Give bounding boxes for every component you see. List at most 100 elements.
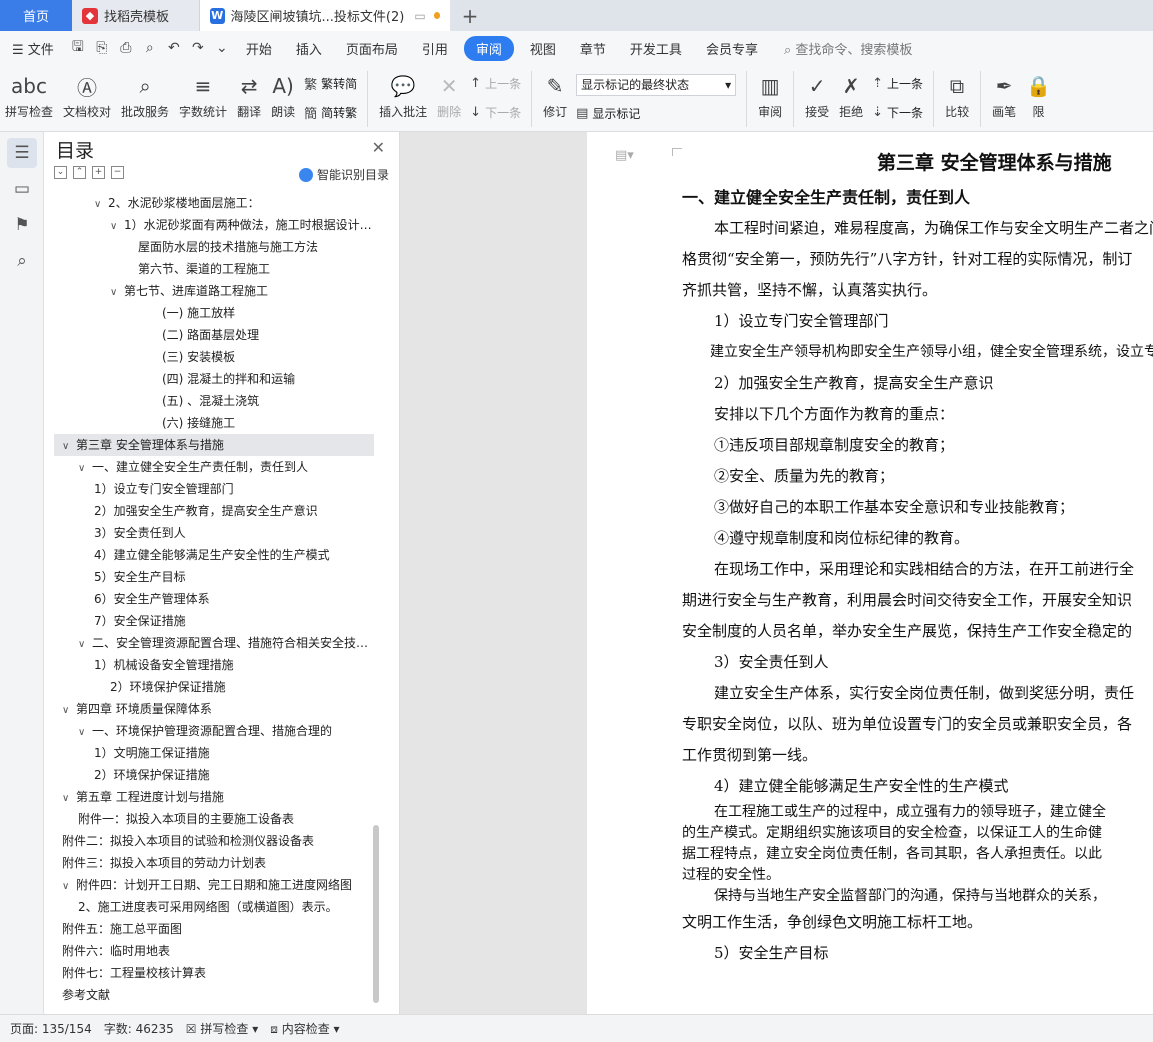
menu-page-layout[interactable]: 页面布局 xyxy=(334,39,410,58)
toc-item[interactable]: (一) 施工放样 xyxy=(54,302,374,324)
markup-state-select[interactable]: 显示标记的最终状态 ▾ xyxy=(576,73,737,96)
page-indicator[interactable]: 页面: 135/154 xyxy=(10,1020,92,1037)
show-markup-button[interactable]: ▤ 显示标记 xyxy=(576,105,736,122)
chevron-down-icon[interactable]: ∨ xyxy=(78,634,92,654)
toc-item[interactable]: ∨ 附件四：计划开工日期、完工日期和施工进度网络图 xyxy=(54,874,374,896)
toc-item[interactable]: 4）建立健全能够满足生产安全性的生产模式 xyxy=(54,544,374,566)
menu-developer[interactable]: 开发工具 xyxy=(618,39,694,58)
menu-start[interactable]: 开始 xyxy=(234,39,284,58)
toc-item[interactable]: 3）安全责任到人 xyxy=(54,522,374,544)
toc-item[interactable]: 附件七：工程量校核计算表 xyxy=(54,962,374,984)
chevron-down-icon[interactable]: ∨ xyxy=(78,458,92,478)
insert-comment-button[interactable]: 💬 插入批注 xyxy=(374,69,432,120)
menu-reference[interactable]: 引用 xyxy=(410,39,460,58)
toc-item[interactable]: ∨ 一、建立健全安全生产责任制，责任到人 xyxy=(54,456,374,478)
toc-item[interactable]: 2）加强安全生产教育，提高安全生产意识 xyxy=(54,500,374,522)
export-pdf-icon[interactable]: ⎘ xyxy=(90,40,114,56)
compare-button[interactable]: ⧉ 比较 xyxy=(940,69,974,120)
menu-section[interactable]: 章节 xyxy=(568,39,618,58)
word-count[interactable]: 字数: 46235 xyxy=(104,1020,174,1037)
bookmark-icon[interactable]: ⚑ xyxy=(7,210,37,240)
toc-item[interactable]: 1）机械设备安全管理措施 xyxy=(54,654,374,676)
smart-toc-button[interactable]: 智能识别目录 xyxy=(298,166,389,183)
toc-panel-icon[interactable]: ☰ xyxy=(7,138,37,168)
toc-item[interactable]: 2、施工进度表可采用网络图（或横道图）表示。 xyxy=(54,896,374,918)
toc-item[interactable]: 2）环境保护保证措施 xyxy=(54,676,374,698)
pen-button[interactable]: ✒ 画笔 xyxy=(987,69,1021,120)
window-icon[interactable]: ▭ xyxy=(414,9,425,23)
toc-item[interactable]: 附件五：施工总平面图 xyxy=(54,918,374,940)
expand-all-icon[interactable]: ⌃ xyxy=(73,166,86,179)
toc-item[interactable]: ∨ 第四章 环境质量保障体系 xyxy=(54,698,374,720)
to-simplified-button[interactable]: 簡简转繁 xyxy=(304,103,357,122)
doc-proof-button[interactable]: Ⓐ 文档校对 xyxy=(58,69,116,120)
toc-item[interactable]: ∨ 第七节、进库道路工程施工 xyxy=(54,280,374,302)
page-options-icon[interactable]: ▤▾ xyxy=(615,148,634,163)
toc-item[interactable]: 附件二：拟投入本项目的试验和检测仪器设备表 xyxy=(54,830,374,852)
read-aloud-button[interactable]: A) 朗读 xyxy=(266,69,300,120)
chapter-nav-icon[interactable]: ▭ xyxy=(7,174,37,204)
tab-home[interactable]: 首页 xyxy=(0,0,72,31)
toc-item[interactable]: 第六节、渠道的工程施工 xyxy=(54,258,374,280)
limit-edit-button[interactable]: 🔒 限 xyxy=(1021,69,1056,120)
menu-view[interactable]: 视图 xyxy=(518,39,568,58)
accept-button[interactable]: ✓ 接受 xyxy=(800,69,834,120)
toc-item[interactable]: 附件三：拟投入本项目的劳动力计划表 xyxy=(54,852,374,874)
remove-heading-icon[interactable]: − xyxy=(111,166,124,179)
print-preview-icon[interactable]: ⌕ xyxy=(138,40,162,56)
menu-insert[interactable]: 插入 xyxy=(284,39,334,58)
review-pane-button[interactable]: ▥ 审阅 xyxy=(753,69,787,120)
toc-item[interactable]: 7）安全保证措施 xyxy=(54,610,374,632)
word-count-button[interactable]: ≡ 字数统计 xyxy=(174,69,232,120)
toc-item[interactable]: ∨ 第五章 工程进度计划与措施 xyxy=(54,786,374,808)
print-icon[interactable]: ⎙ xyxy=(114,40,138,56)
chevron-down-icon[interactable]: ∨ xyxy=(62,788,76,808)
customize-chevron-icon[interactable]: ⌄ xyxy=(210,40,234,56)
toc-item[interactable]: (二) 路面基层处理 xyxy=(54,324,374,346)
toc-item[interactable]: 附件六：临时用地表 xyxy=(54,940,374,962)
prev-comment-button[interactable]: ↑ 上一条 xyxy=(470,75,521,92)
command-search[interactable]: ⌕ 查找命令、搜索模板 xyxy=(784,39,912,58)
chevron-down-icon[interactable]: ∨ xyxy=(78,722,92,742)
document-body[interactable]: 第三章 安全管理体系与措施 一、建立健全安全生产责任制，责任到人 本工程时间紧迫，难… xyxy=(682,144,1153,969)
toc-item[interactable]: 6）安全生产管理体系 xyxy=(54,588,374,610)
toc-item[interactable]: (六) 接缝施工 xyxy=(54,412,374,434)
spell-check-button[interactable]: abc 拼写检查 xyxy=(0,69,58,120)
chevron-down-icon[interactable]: ∨ xyxy=(110,282,124,302)
document-page[interactable]: ▤▾ 第三章 安全管理体系与措施 一、建立健全安全生产责任制，责任到人 本工程时间紧… xyxy=(587,132,1153,1014)
chevron-down-icon[interactable]: ∨ xyxy=(110,216,124,236)
menu-member[interactable]: 会员专享 xyxy=(694,39,770,58)
spell-check-status[interactable]: ☒ 拼写检查 ▾ xyxy=(186,1020,258,1037)
toc-item[interactable]: ∨ 二、安全管理资源配置合理、措施符合相关安全技术规范 xyxy=(54,632,374,654)
chevron-down-icon[interactable]: ∨ xyxy=(62,436,76,456)
delete-comment-button[interactable]: ✕ 删除 xyxy=(432,69,466,120)
chevron-down-icon[interactable]: ∨ xyxy=(62,876,76,896)
toc-item[interactable]: (四) 混凝土的拌和和运输 xyxy=(54,368,374,390)
toc-item[interactable]: 1）文明施工保证措施 xyxy=(54,742,374,764)
save-icon[interactable]: 🖫 xyxy=(66,36,90,60)
toc-item[interactable]: 附件一：拟投入本项目的主要施工设备表 xyxy=(54,808,374,830)
to-traditional-button[interactable]: 繁繁转简 xyxy=(304,74,357,93)
new-tab-button[interactable]: + xyxy=(450,0,490,31)
toc-scrollbar[interactable] xyxy=(373,825,379,1003)
find-icon[interactable]: ⌕ xyxy=(7,246,37,276)
prev-change-button[interactable]: ⇡ 上一条 xyxy=(872,75,923,92)
toc-item[interactable]: 5）安全生产目标 xyxy=(54,566,374,588)
toc-item[interactable]: ∨ 2、水泥砂浆楼地面层施工： xyxy=(54,192,374,214)
next-comment-button[interactable]: ↓ 下一条 xyxy=(470,104,521,121)
toc-item[interactable]: ∨ 第三章 安全管理体系与措施 xyxy=(54,434,374,456)
next-change-button[interactable]: ⇣ 下一条 xyxy=(872,104,923,121)
toc-item[interactable]: ∨ 一、环境保护管理资源配置合理、措施合理的 xyxy=(54,720,374,742)
chevron-down-icon[interactable]: ∨ xyxy=(94,194,108,214)
file-menu[interactable]: ☰ 文件 xyxy=(0,39,66,58)
add-heading-icon[interactable]: + xyxy=(92,166,105,179)
tab-template[interactable]: ◆ 找稻壳模板 xyxy=(72,0,200,31)
translate-button[interactable]: ⇄ 翻译 xyxy=(232,69,266,120)
toc-item[interactable]: 1）设立专门安全管理部门 xyxy=(54,478,374,500)
undo-icon[interactable]: ↶ xyxy=(162,40,186,56)
content-check-status[interactable]: ⧈ 内容检查 ▾ xyxy=(270,1020,339,1037)
tab-active-document[interactable]: W 海陵区闸坡镇坑...投标文件(2) ▭ xyxy=(200,0,450,31)
chevron-down-icon[interactable]: ∨ xyxy=(62,700,76,720)
redo-icon[interactable]: ↷ xyxy=(186,40,210,56)
reject-button[interactable]: ✗ 拒绝 xyxy=(834,69,868,120)
